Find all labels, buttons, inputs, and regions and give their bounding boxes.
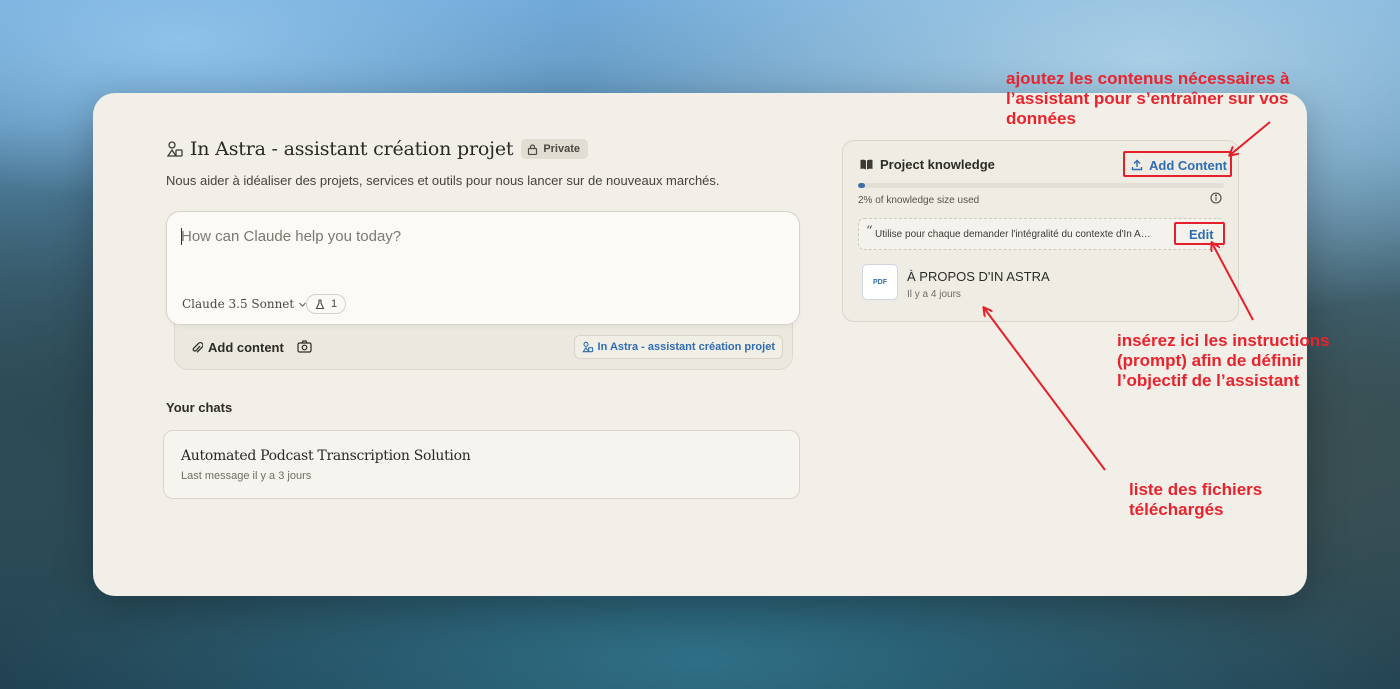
annotation-line: (prompt) afin de définir xyxy=(1117,351,1304,370)
project-chip[interactable]: In Astra - assistant création projet xyxy=(573,335,783,359)
knowledge-usage-text: 2% of knowledge size used xyxy=(858,195,980,206)
composer-tray: Add content In Astra - assistant créatio… xyxy=(174,318,793,370)
info-icon[interactable] xyxy=(1210,192,1222,204)
project-header: In Astra - assistant création projet Pri… xyxy=(166,138,589,160)
project-instructions[interactable]: “ Utilise pour chaque demander l'intégra… xyxy=(858,218,1224,250)
project-icon xyxy=(581,341,593,353)
annotation-line: l’assistant pour s’entraîner sur vos xyxy=(1006,89,1289,108)
file-name: À PROPOS D'IN ASTRA xyxy=(907,269,1050,284)
knowledge-heading: Project knowledge xyxy=(860,157,995,172)
chat-title: Automated Podcast Transcription Solution xyxy=(181,448,471,464)
pdf-file-icon: PDF xyxy=(862,264,898,300)
page-title: In Astra - assistant création projet xyxy=(190,138,514,160)
quote-mark: “ xyxy=(866,224,873,239)
add-content-highlight xyxy=(1123,151,1232,177)
text-caret xyxy=(181,228,182,245)
style-selector[interactable]: 1 xyxy=(306,294,347,314)
book-icon xyxy=(860,159,873,170)
project-chip-label: In Astra - assistant création projet xyxy=(597,341,775,353)
annotation-line: ajoutez les contenus nécessaires à xyxy=(1006,69,1290,88)
add-content-button[interactable]: Add content xyxy=(191,340,284,355)
files-annotation: liste des fichiers téléchargés xyxy=(1129,480,1262,520)
private-badge-label: Private xyxy=(543,143,581,155)
private-badge: Private xyxy=(521,139,589,159)
knowledge-file-item[interactable]: PDF À PROPOS D'IN ASTRA Il y a 4 jours xyxy=(862,264,1222,304)
project-icon xyxy=(166,141,183,157)
knowledge-usage-bar xyxy=(858,183,1224,188)
model-label: Claude 3.5 Sonnet xyxy=(182,297,295,311)
flask-icon xyxy=(315,298,325,309)
knowledge-usage-fill xyxy=(858,183,866,188)
style-count: 1 xyxy=(331,298,338,310)
file-date: Il y a 4 jours xyxy=(907,289,961,300)
chat-composer: Claude 3.5 Sonnet 1 xyxy=(166,211,800,325)
message-input[interactable] xyxy=(181,228,781,245)
knowledge-title: Project knowledge xyxy=(880,157,995,172)
paperclip-icon xyxy=(192,342,203,353)
annotation-line: téléchargés xyxy=(1129,500,1224,519)
camera-icon[interactable] xyxy=(297,340,312,353)
annotation-line: liste des fichiers xyxy=(1129,480,1263,499)
instructions-preview: Utilise pour chaque demander l'intégrali… xyxy=(875,229,1155,240)
lock-icon xyxy=(528,143,538,155)
project-description: Nous aider à idéaliser des projets, serv… xyxy=(166,173,720,188)
prompt-annotation: insérez ici les instructions (prompt) af… xyxy=(1117,331,1330,391)
chats-heading: Your chats xyxy=(166,400,233,415)
model-selector[interactable]: Claude 3.5 Sonnet xyxy=(182,297,307,311)
add-content-annotation: ajoutez les contenus nécessaires à l’ass… xyxy=(1006,69,1289,129)
annotation-line: l’objectif de l’assistant xyxy=(1117,371,1300,390)
edit-highlight xyxy=(1174,222,1225,245)
chat-last-message: Last message il y a 3 jours xyxy=(181,470,312,482)
add-content-label: Add content xyxy=(208,340,284,355)
chat-list-item[interactable]: Automated Podcast Transcription Solution… xyxy=(163,430,800,499)
annotation-line: données xyxy=(1006,109,1076,128)
annotation-line: insérez ici les instructions xyxy=(1117,331,1330,350)
